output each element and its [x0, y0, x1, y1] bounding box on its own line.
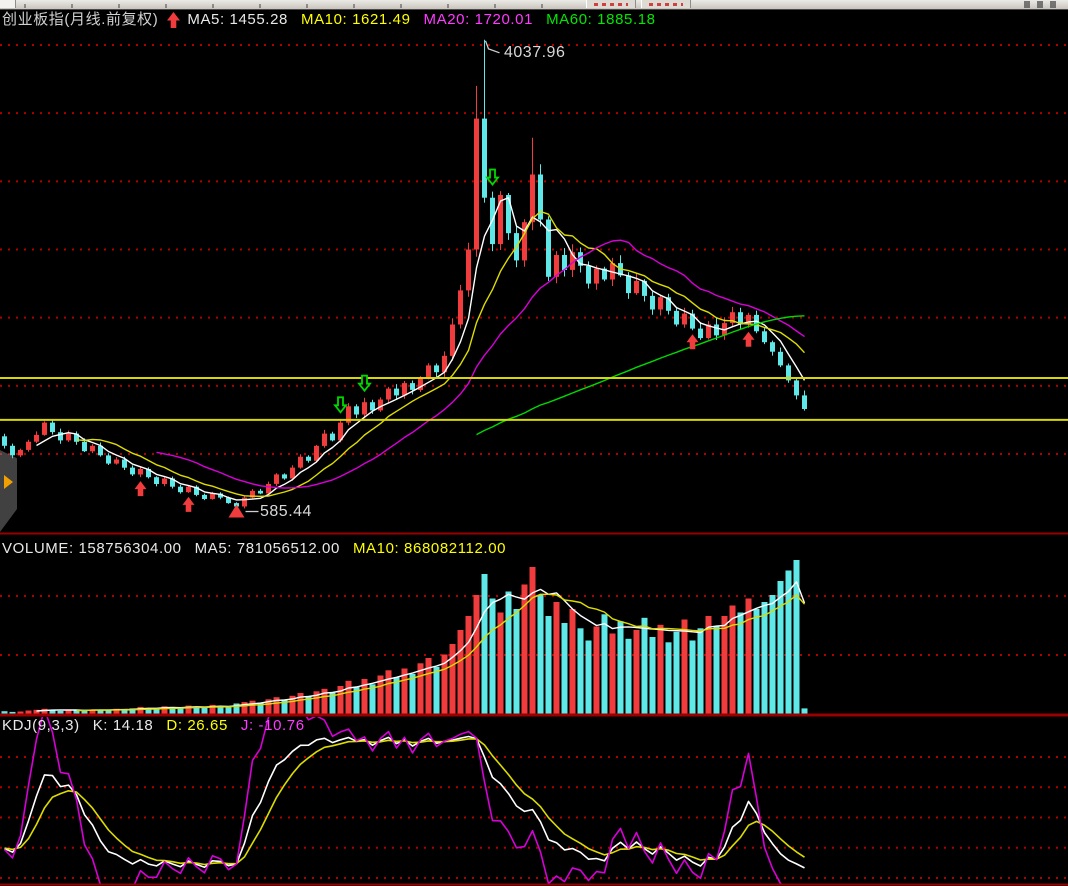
ma20-value: MA20: 1720.01 [424, 10, 534, 29]
volume-panel-header: VOLUME: 158756304.00 MA5: 781056512.00 M… [2, 539, 506, 558]
volume-ma5-value: MA5: 781056512.00 [195, 539, 340, 558]
kdj-label: KDJ(9,3,3) [2, 716, 80, 735]
ma5-value: MA5: 1455.28 [187, 10, 288, 29]
expand-arrow-icon [4, 475, 13, 489]
price-panel-header: 创业板指(月线.前复权) MA5: 1455.28 MA10: 1621.49 … [2, 10, 656, 29]
kdj-d-value: D: 26.65 [166, 716, 228, 735]
ma10-value: MA10: 1621.49 [301, 10, 411, 29]
kdj-k-value: K: 14.18 [93, 716, 154, 735]
kdj-panel-header: KDJ(9,3,3) K: 14.18 D: 26.65 J: -10.76 [2, 716, 305, 735]
trading-app-window: 创业板指(月线.前复权) MA5: 1455.28 MA10: 1621.49 … [0, 0, 1068, 886]
high-price-label: 4037.96 [504, 44, 565, 62]
volume-ma10-value: MA10: 868082112.00 [353, 539, 506, 558]
low-price-label: 585.44 [260, 503, 312, 521]
instrument-title: 创业板指(月线.前复权) [2, 10, 158, 29]
volume-value: VOLUME: 158756304.00 [2, 539, 182, 558]
chart-canvas[interactable] [0, 0, 1068, 886]
up-arrow-icon [167, 12, 180, 28]
ma60-value: MA60: 1885.18 [546, 10, 656, 29]
kdj-j-value: J: -10.76 [241, 716, 305, 735]
